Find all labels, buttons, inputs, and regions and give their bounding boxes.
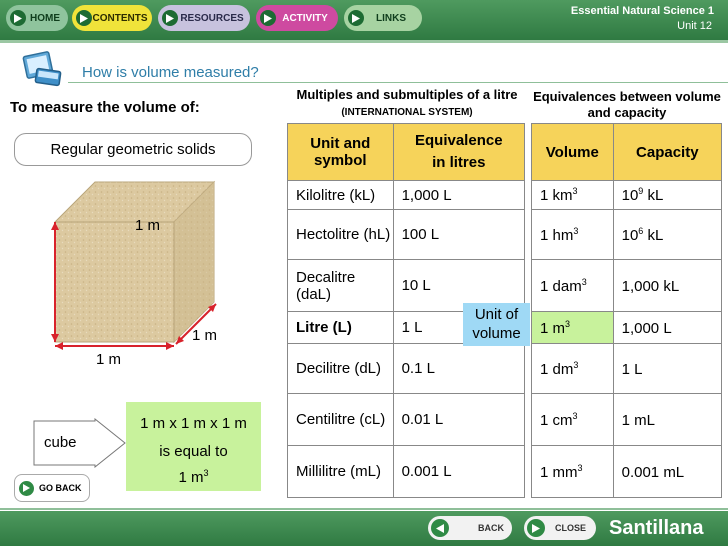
table-row: Millilitre (mL) 0.001 L [287,445,526,498]
close-button[interactable]: CLOSE [524,516,596,540]
contents-label: CONTENTS [92,12,148,24]
table-row: 1 dam3 1,000 kL [531,259,723,312]
go-back-label: GO BACK [39,483,82,493]
volume-cell: 1 hm3 [531,209,614,260]
table-header: Capacity [612,123,723,181]
home-label: HOME [30,12,60,24]
activity-label: ACTIVITY [282,12,328,24]
table-row: 1 hm3 106 kL [531,209,723,260]
capacity-cell: 1 L [612,343,723,394]
table-row: 1 mm3 0.001 mL [531,445,723,498]
back-label: BACK [478,523,504,533]
back-arrow-icon [431,519,449,537]
unit-cell: Decalitre (daL) [287,259,394,312]
equivalence-cell: 1,000 L [392,180,526,210]
equivalence-cell: 100 L [392,209,526,260]
page-subtitle: How is volume measured? [82,64,259,81]
unit-cell: Litre (L) [287,311,394,344]
solids-label: Regular geometric solids [50,141,216,158]
cube-width-label: 1 m [96,351,122,368]
table-row: 1 km3 109 kL [531,180,723,210]
equivalence-table-title: Equivalences between volume and capacity [533,89,721,120]
capacity-cell: 0.001 mL [612,445,723,498]
play-arrow-icon [260,10,276,26]
table-row: Centilitre (cL) 0.01 L [287,393,526,446]
unit-cell: Hectolitre (hL) [287,209,394,260]
unit-cell: Kilolitre (kL) [287,180,394,210]
formula-result: 1 m3 [178,468,209,486]
home-button[interactable]: HOME [6,5,68,31]
top-divider [0,40,728,43]
play-arrow-icon [162,10,178,26]
brand-logo: Santillana [609,517,704,539]
unit-cell: Millilitre (mL) [287,445,394,498]
litre-table-title: Multiples and submultiples of a litre (I… [296,87,518,118]
go-back-button[interactable]: GO BACK [14,474,90,502]
book-title: Essential Natural Science 1 [570,5,714,17]
computer-icon [22,51,62,87]
solids-category-box: Regular geometric solids [14,133,252,166]
close-label: CLOSE [555,523,587,533]
table-header: Unit and symbol [287,123,394,181]
volume-cell: 1 km3 [531,180,614,210]
capacity-cell: 1 mL [612,393,723,446]
cube-label: cube [44,434,77,451]
capacity-cell: 109 kL [612,180,723,210]
close-arrow-icon [527,519,545,537]
contents-button[interactable]: CONTENTS [72,5,152,31]
volume-cell: 1 dam3 [531,259,614,312]
cube-height-label: 1 m [135,217,161,234]
unit-of-volume-badge: Unit of volume [463,303,530,346]
volume-cell: 1 cm3 [531,393,614,446]
play-arrow-icon [348,10,364,26]
table-row: Kilolitre (kL) 1,000 L [287,180,526,210]
play-arrow-icon [76,10,92,26]
volume-capacity-table: Volume Capacity 1 km3 109 kL 1 hm3 106 kL 1 … [531,123,723,498]
table-row: 1 m3 1,000 L [531,311,723,344]
capacity-cell: 106 kL [612,209,723,260]
volume-cell: 1 mm3 [531,445,614,498]
resources-button[interactable]: RESOURCES [158,5,250,31]
capacity-cell: 1,000 kL [612,259,723,312]
table-row: Hectolitre (hL) 100 L [287,209,526,260]
equivalence-cell: 0.01 L [392,393,526,446]
volume-cell: 1 dm3 [531,343,614,394]
play-arrow-icon [10,10,26,26]
resources-label: RESOURCES [180,12,244,24]
measure-heading: To measure the volume of: [10,99,200,116]
table-row: 1 cm3 1 mL [531,393,723,446]
table-header: Equivalence in litres [392,123,526,181]
links-label: LINKS [376,12,406,24]
equivalence-cell: 0.001 L [392,445,526,498]
table-row: Decilitre (dL) 0.1 L [287,343,526,394]
activity-button[interactable]: ACTIVITY [256,5,338,31]
formula-multiplication: 1 m x 1 m x 1 m [140,415,247,432]
cube-depth-label: 1 m [192,327,218,344]
unit-cell: Centilitre (cL) [287,393,394,446]
play-arrow-icon [19,480,34,496]
bottom-divider [0,508,728,510]
volume-formula-box: 1 m x 1 m x 1 m is equal to 1 m3 [126,402,261,491]
links-button[interactable]: LINKS [344,5,422,31]
capacity-cell: 1,000 L [612,311,723,344]
unit-cell: Decilitre (dL) [287,343,394,394]
volume-cell: 1 m3 [531,311,614,344]
back-button[interactable]: BACK [428,516,512,540]
unit-number: Unit 12 [677,20,712,32]
cube-illustration [51,180,217,350]
subtitle-divider [68,82,728,83]
table-header: Volume [531,123,614,181]
table-row: 1 dm3 1 L [531,343,723,394]
formula-equal-text: is equal to [159,443,228,460]
equivalence-cell: 0.1 L [392,343,526,394]
